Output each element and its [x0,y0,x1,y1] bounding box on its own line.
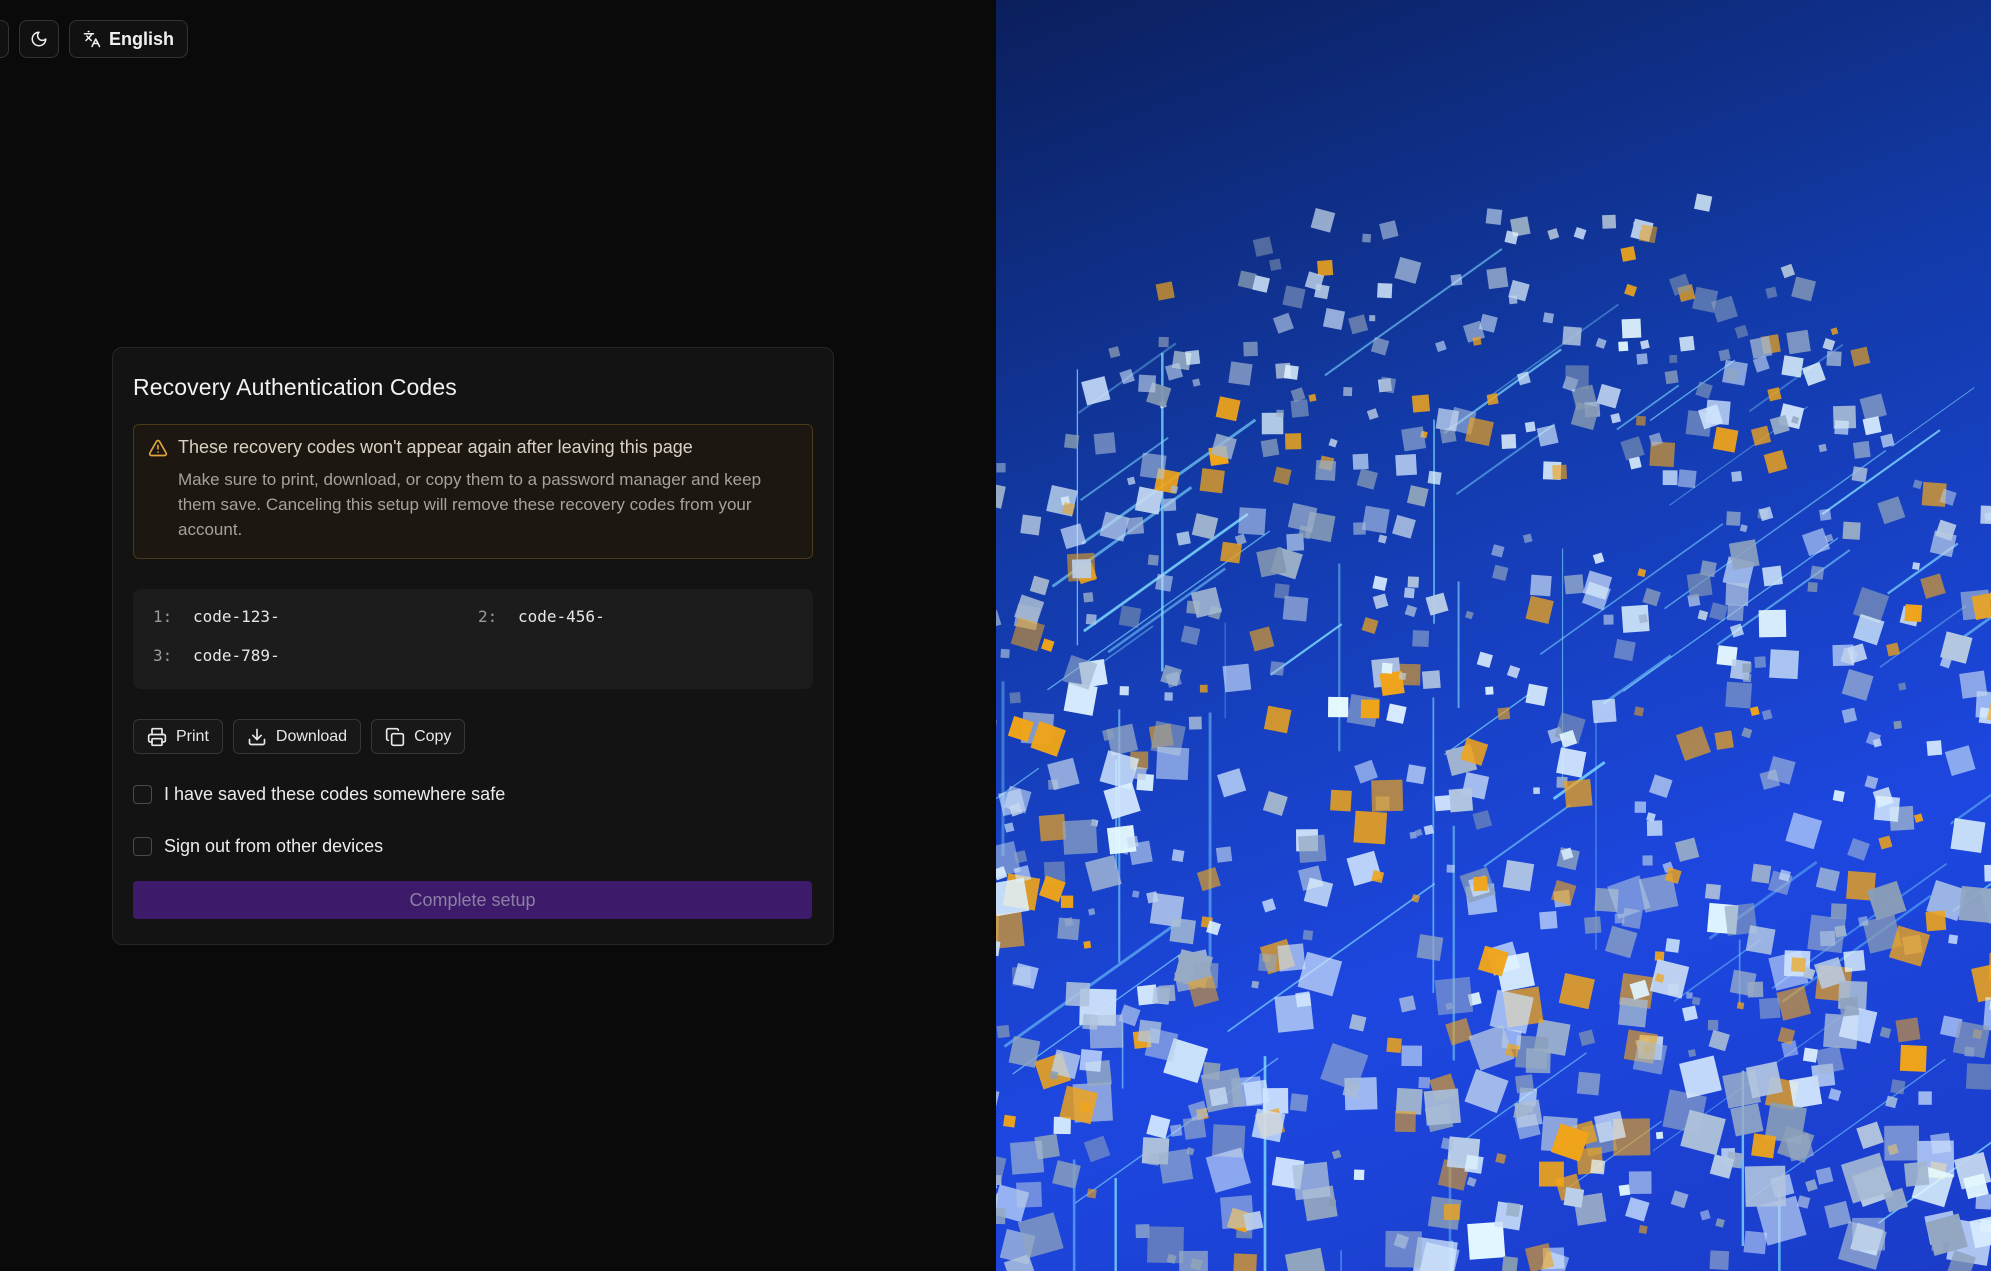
print-label: Print [176,727,209,745]
theme-toggle-button[interactable] [19,20,59,58]
language-button[interactable]: English [69,20,189,58]
saved-codes-label: I have saved these codes somewhere safe [164,784,506,804]
warning-title: These recovery codes won't appear again … [178,437,693,457]
codes-list: 1: code-123- 2: code-456- 3: code-789- [133,589,813,689]
code-index: 3: [153,645,173,665]
code-item: 2: code-456- [478,607,803,633]
complete-setup-button[interactable]: Complete setup [133,881,812,919]
translate-icon [83,30,101,48]
cube-cluster-illustration [996,193,1991,1271]
download-button[interactable]: Download [232,719,362,754]
saved-codes-checkbox-row[interactable]: I have saved these codes somewhere safe [133,784,813,805]
top-controls: English [0,20,189,58]
printer-icon [147,727,167,746]
saved-codes-checkbox[interactable] [133,785,152,804]
download-icon [248,728,266,745]
moon-icon [31,31,47,47]
code-index: 2: [478,607,498,626]
code-actions: Print Download Copy [133,719,813,754]
code-value: code-456- [518,607,605,626]
copy-icon [385,727,405,746]
copy-button[interactable]: Copy [371,719,466,754]
language-label: English [109,28,175,49]
code-value: code-789- [193,645,280,665]
code-value: code-123- [193,607,280,626]
warning-icon [148,439,168,456]
recovery-codes-card: Recovery Authentication Codes These reco… [112,347,834,945]
left-pane: English Recovery Authentication Codes Th… [0,0,996,1271]
copy-label: Copy [414,727,452,745]
edge-button[interactable] [0,20,9,58]
sign-out-checkbox[interactable] [133,837,152,856]
download-label: Download [275,727,348,745]
code-index: 1: [153,607,173,626]
background-art [996,0,1991,1271]
sign-out-label: Sign out from other devices [164,836,384,856]
warning-body: Make sure to print, download, or copy th… [178,470,762,539]
card-title: Recovery Authentication Codes [133,374,457,400]
warning-alert: These recovery codes won't appear again … [133,424,813,559]
code-item: 3: code-789- [153,646,478,672]
print-button[interactable]: Print [133,719,223,754]
warning-header: These recovery codes won't appear again … [148,437,792,458]
code-item: 1: code-123- [153,607,478,633]
sign-out-checkbox-row[interactable]: Sign out from other devices [133,836,813,857]
